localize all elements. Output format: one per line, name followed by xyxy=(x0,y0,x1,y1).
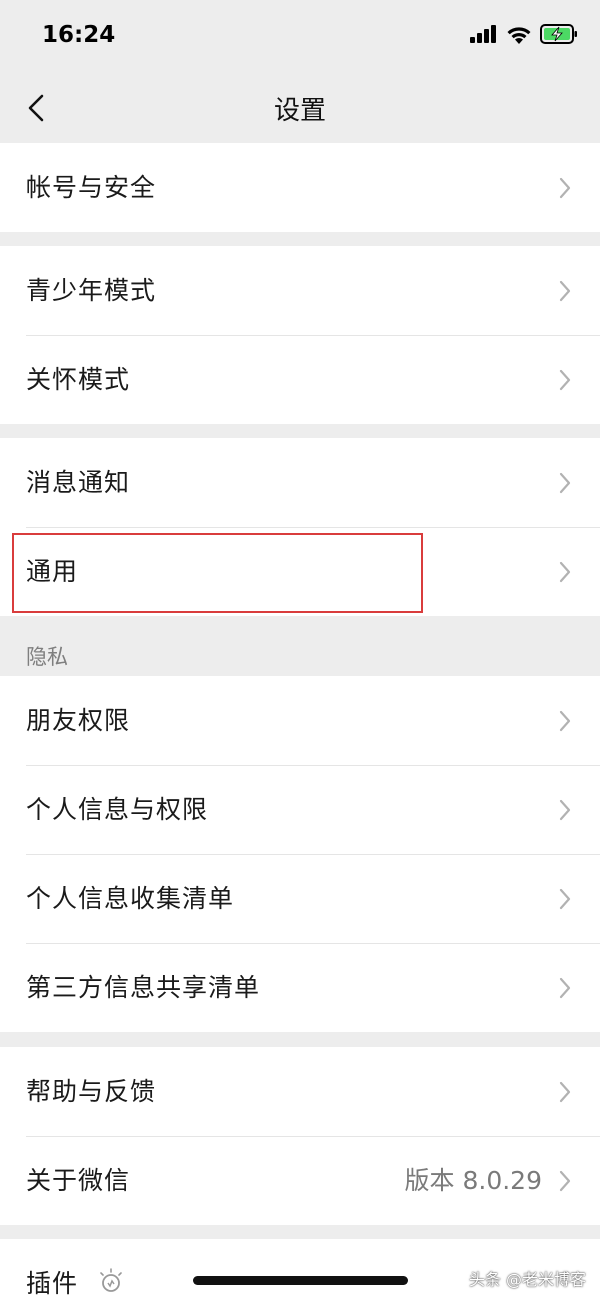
home-indicator xyxy=(193,1276,408,1285)
page-title: 设置 xyxy=(273,96,326,126)
settings-group-privacy: 朋友权限 个人信息与权限 个人信息收集清单 第三方信息共享清单 xyxy=(0,676,600,1032)
row-label: 关怀模式 xyxy=(26,365,131,394)
settings-group-account: 帐号与安全 xyxy=(0,143,600,232)
signal-icon xyxy=(470,25,496,43)
row-label: 个人信息收集清单 xyxy=(26,884,235,913)
row-label: 青少年模式 xyxy=(26,276,157,305)
row-label: 插件 xyxy=(26,1269,79,1298)
plugin-bulb-icon xyxy=(100,1268,122,1292)
settings-row-info-collection-list[interactable]: 个人信息收集清单 xyxy=(0,854,600,943)
settings-row-help-feedback[interactable]: 帮助与反馈 xyxy=(0,1047,600,1136)
chevron-right-icon xyxy=(559,1170,571,1192)
row-label: 消息通知 xyxy=(26,468,131,497)
row-label: 通用 xyxy=(26,557,79,586)
chevron-right-icon xyxy=(559,280,571,302)
wifi-icon xyxy=(507,26,531,44)
chevron-right-icon xyxy=(559,561,571,583)
settings-row-teen-mode[interactable]: 青少年模式 xyxy=(0,246,600,335)
row-label: 个人信息与权限 xyxy=(26,795,209,824)
chevron-right-icon xyxy=(559,977,571,999)
settings-row-friend-permissions[interactable]: 朋友权限 xyxy=(0,676,600,765)
watermark: 头条 @老米博客 xyxy=(468,1270,586,1289)
settings-group-modes: 青少年模式 关怀模式 xyxy=(0,246,600,424)
chevron-right-icon xyxy=(559,888,571,910)
row-label: 帮助与反馈 xyxy=(26,1077,157,1106)
settings-group-general: 消息通知 通用 xyxy=(0,438,600,616)
settings-row-personal-info-permissions[interactable]: 个人信息与权限 xyxy=(0,765,600,854)
chevron-right-icon xyxy=(559,177,571,199)
status-time: 16:24 xyxy=(42,22,116,48)
settings-row-third-party-sharing-list[interactable]: 第三方信息共享清单 xyxy=(0,943,600,1032)
row-label: 第三方信息共享清单 xyxy=(26,973,261,1002)
row-label: 朋友权限 xyxy=(26,706,131,735)
nav-bar: 设置 xyxy=(0,72,600,142)
status-icons xyxy=(470,24,578,44)
chevron-right-icon xyxy=(559,369,571,391)
settings-group-about: 帮助与反馈 关于微信 版本 8.0.29 xyxy=(0,1047,600,1225)
chevron-right-icon xyxy=(559,1081,571,1103)
settings-row-care-mode[interactable]: 关怀模式 xyxy=(0,335,600,424)
row-label: 帐号与安全 xyxy=(26,173,157,202)
status-bar: 16:24 xyxy=(0,0,600,72)
row-label: 关于微信 xyxy=(26,1166,131,1195)
battery-charging-icon xyxy=(540,24,577,44)
settings-row-account-security[interactable]: 帐号与安全 xyxy=(0,143,600,232)
section-header-privacy: 隐私 xyxy=(26,645,68,669)
chevron-right-icon xyxy=(559,710,571,732)
settings-row-notifications[interactable]: 消息通知 xyxy=(0,438,600,527)
settings-row-general[interactable]: 通用 xyxy=(0,527,600,616)
chevron-right-icon xyxy=(559,472,571,494)
settings-row-about-wechat[interactable]: 关于微信 版本 8.0.29 xyxy=(0,1136,600,1225)
version-value: 版本 8.0.29 xyxy=(404,1166,542,1195)
chevron-right-icon xyxy=(559,799,571,821)
